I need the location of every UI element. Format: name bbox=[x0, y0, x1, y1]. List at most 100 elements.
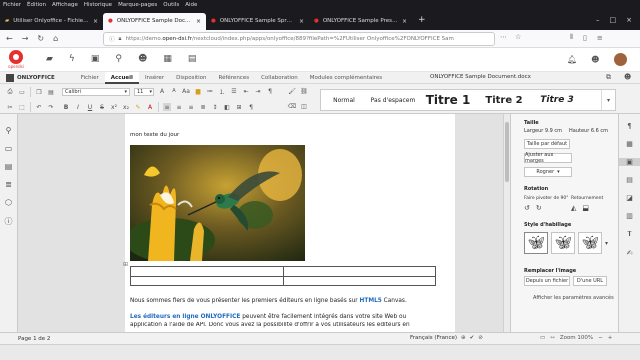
calendar-icon[interactable]: ▦ bbox=[163, 54, 172, 64]
close-window-icon[interactable]: × bbox=[626, 16, 632, 24]
decrease-font-icon[interactable]: A bbox=[170, 87, 178, 95]
sidebar-icon[interactable]: ▯ bbox=[583, 34, 587, 42]
language-globe-icon[interactable]: ⊕ bbox=[461, 335, 466, 341]
reload-icon[interactable]: ↻ bbox=[37, 34, 44, 43]
borders-icon[interactable]: ⊞ bbox=[235, 103, 243, 111]
plugins-icon[interactable]: ⬡ bbox=[5, 198, 12, 207]
tab-fichier[interactable]: Fichier bbox=[75, 72, 105, 84]
menu-historique[interactable]: Historique bbox=[84, 2, 112, 8]
tab-modules[interactable]: Modules complémentaires bbox=[304, 72, 388, 84]
styles-more-icon[interactable]: ▾ bbox=[601, 90, 615, 110]
tab-references[interactable]: Références bbox=[213, 72, 256, 84]
opendsi-logo[interactable]: opendsi bbox=[6, 50, 26, 70]
flip-vertical-icon[interactable]: ⬓ bbox=[582, 204, 589, 212]
zoom-in-icon[interactable]: + bbox=[608, 335, 613, 341]
bullets-icon[interactable]: ≔ bbox=[206, 87, 214, 95]
close-tab-icon[interactable]: × bbox=[299, 18, 304, 25]
color-scheme-icon[interactable]: ◫ bbox=[300, 102, 308, 110]
paragraph-settings-icon[interactable]: ¶ bbox=[627, 122, 631, 130]
style-no-spacing[interactable]: Pas d'espacem bbox=[367, 90, 419, 110]
zoom-out-icon[interactable]: − bbox=[598, 335, 603, 341]
notifications-bell-icon[interactable]: 🔔︎ bbox=[567, 55, 577, 64]
style-heading-3[interactable]: Titre 3 bbox=[531, 90, 583, 110]
bold-icon[interactable]: B bbox=[62, 103, 70, 111]
browser-tab-document[interactable]: ● ONLYOFFICE Sample Document × bbox=[103, 12, 206, 30]
font-size-select[interactable]: 11 ▾ bbox=[134, 88, 154, 96]
forward-icon[interactable]: → bbox=[22, 34, 29, 43]
paragraph-marks-icon[interactable]: ¶ bbox=[266, 87, 274, 95]
underline-icon[interactable]: U bbox=[86, 103, 94, 111]
default-size-button[interactable]: Taille par défaut bbox=[524, 139, 570, 149]
decrease-indent-icon[interactable]: ⇤ bbox=[242, 87, 250, 95]
undo-icon[interactable]: ↶ bbox=[35, 103, 43, 111]
font-color-icon[interactable]: A bbox=[146, 103, 154, 111]
print-icon[interactable]: ⎙ bbox=[6, 88, 14, 96]
style-normal[interactable]: Normal bbox=[321, 90, 367, 110]
subscript-icon[interactable]: x₂ bbox=[122, 103, 130, 111]
strikethrough-icon[interactable]: S bbox=[98, 103, 106, 111]
justify-icon[interactable]: ≣ bbox=[199, 103, 207, 111]
tab-disposition[interactable]: Disposition bbox=[170, 72, 212, 84]
minimize-icon[interactable]: – bbox=[596, 16, 600, 24]
increase-indent-icon[interactable]: ⇥ bbox=[254, 87, 262, 95]
address-bar[interactable]: ⓘ 🔒︎ https://demo.open-dsi.fr/nextcloud/… bbox=[103, 32, 495, 46]
browser-tab-spreadsheet[interactable]: ● ONLYOFFICE Sample Spreadsh × bbox=[206, 13, 309, 30]
signature-icon[interactable]: ✍︎ bbox=[627, 249, 633, 257]
chevron-down-icon[interactable]: ▾ bbox=[605, 240, 608, 247]
open-location-icon[interactable]: ⧉ bbox=[606, 73, 611, 82]
page-indicator[interactable]: Page 1 de 2 bbox=[18, 336, 50, 342]
fit-page-icon[interactable]: ▭ bbox=[540, 335, 545, 341]
about-icon[interactable]: ⓘ bbox=[5, 216, 13, 227]
header-footer-icon[interactable]: ▤ bbox=[626, 176, 633, 184]
superscript-icon[interactable]: x² bbox=[110, 103, 118, 111]
language-select[interactable]: Français (France) bbox=[410, 335, 457, 341]
close-tab-icon[interactable]: × bbox=[402, 18, 407, 25]
bookmark-star-icon[interactable]: ☆ bbox=[515, 33, 521, 41]
from-file-button[interactable]: Depuis un fichier bbox=[524, 276, 570, 286]
italic-icon[interactable]: I bbox=[74, 103, 82, 111]
close-tab-icon[interactable]: × bbox=[196, 18, 201, 25]
numbering-icon[interactable]: ⒈ bbox=[218, 87, 226, 96]
copy-style-icon[interactable]: 🖌︎ bbox=[288, 87, 296, 95]
wrap-tight-icon[interactable]: 🦋︎ bbox=[551, 232, 575, 254]
select-all-icon[interactable]: ⬚ bbox=[18, 103, 26, 111]
redo-icon[interactable]: ↷ bbox=[47, 103, 55, 111]
empty-table[interactable] bbox=[130, 266, 436, 286]
wrap-through-icon[interactable]: 🦋︎ bbox=[578, 232, 602, 254]
from-url-button[interactable]: D'une URL bbox=[573, 276, 607, 286]
rotate-left-icon[interactable]: ↺ bbox=[524, 204, 530, 212]
tab-collaboration[interactable]: Collaboration bbox=[255, 72, 304, 84]
onlyoffice-editors-link[interactable]: Les éditeurs en ligne ONLYOFFICE bbox=[130, 314, 240, 320]
contacts-icon[interactable]: ☻ bbox=[138, 54, 147, 64]
shading-icon[interactable]: ◧ bbox=[223, 103, 231, 111]
increase-font-icon[interactable]: A bbox=[158, 87, 166, 95]
gallery-icon[interactable]: ▣ bbox=[91, 54, 100, 64]
highlight-icon[interactable]: ▆ bbox=[194, 87, 202, 95]
search-icon[interactable]: ⚲ bbox=[6, 126, 12, 135]
copy-icon[interactable]: ❐ bbox=[35, 88, 43, 96]
track-changes-icon[interactable]: ⊘ bbox=[478, 335, 483, 341]
home-icon[interactable]: ⌂ bbox=[53, 34, 58, 43]
close-tab-icon[interactable]: × bbox=[93, 18, 98, 25]
rotate-right-icon[interactable]: ↻ bbox=[536, 204, 542, 212]
user-avatar[interactable] bbox=[613, 53, 627, 66]
vertical-scrollbar[interactable] bbox=[503, 114, 510, 332]
contacts-menu-icon[interactable]: ☻ bbox=[591, 55, 599, 64]
wrap-square-icon[interactable]: 🦋︎ bbox=[524, 232, 548, 254]
hummingbird-image[interactable] bbox=[130, 145, 305, 261]
document-page[interactable]: mon texte du jour ⊞ Nous sommes fiers de… bbox=[123, 114, 455, 332]
tab-inserer[interactable]: Insérer bbox=[139, 72, 170, 84]
fit-margins-button[interactable]: Ajuster aux marges bbox=[524, 152, 572, 164]
table-settings-icon[interactable]: ▦ bbox=[626, 140, 633, 148]
fit-width-icon[interactable]: ⇿ bbox=[550, 335, 555, 341]
info-icon[interactable]: ⓘ bbox=[109, 35, 115, 43]
font-name-select[interactable]: Calibri ▾ bbox=[62, 88, 130, 96]
back-icon[interactable]: ← bbox=[6, 34, 13, 43]
highlight-color-icon[interactable]: ✎ bbox=[134, 103, 142, 111]
nonprinting-icon[interactable]: ¶ bbox=[247, 103, 255, 111]
browser-tab-files[interactable]: ▰ Utiliser Onlyoffice - Fichiers - N × bbox=[0, 13, 103, 30]
style-heading-1[interactable]: Titre 1 bbox=[419, 90, 477, 110]
style-heading-2[interactable]: Titre 2 bbox=[477, 90, 531, 110]
menu-aide[interactable]: Aide bbox=[185, 2, 197, 8]
advanced-settings-link[interactable]: Afficher les paramètres avancés bbox=[533, 295, 614, 301]
